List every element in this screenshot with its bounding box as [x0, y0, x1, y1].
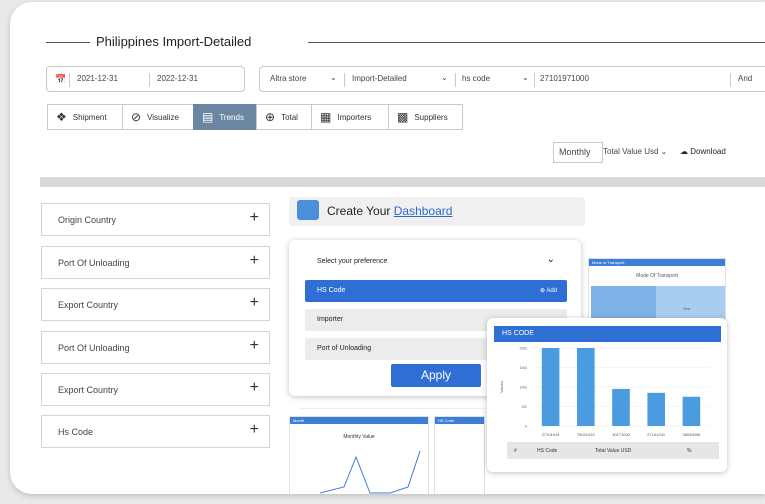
y-tick-label: 5G — [522, 404, 527, 409]
eye-off-icon: ⊘ — [131, 110, 142, 124]
app-window: Philippines Import-Detailed 📅 2021-12-31… — [10, 2, 765, 494]
period-select[interactable]: Monthly — [553, 142, 603, 163]
start-date[interactable]: 2021-12-31 — [77, 74, 118, 83]
option-hs-code[interactable]: HS Code ⊕ Add — [305, 280, 567, 302]
logic-select[interactable]: And — [738, 74, 752, 83]
mode-of-transport-card: Mode of Transport Mode Of Transport Sea — [588, 258, 726, 321]
x-tick-label: 38049006 — [683, 432, 702, 437]
bar — [612, 388, 630, 426]
hs-table-header: # HS Code Total Value USD % — [507, 442, 719, 459]
page-title: Philippines Import-Detailed — [96, 34, 252, 49]
filter-export-country[interactable]: Export Country + — [41, 288, 270, 321]
plus-icon[interactable]: + — [250, 209, 259, 227]
x-tick-label: 30171000 — [612, 432, 631, 437]
add-button[interactable]: ⊕ Add — [540, 287, 557, 294]
tab-visualize[interactable]: ⊘ Visualize — [122, 104, 194, 130]
metric-select[interactable]: Total Value Usd ⌄ — [603, 147, 667, 156]
tab-shipment[interactable]: ❖ Shipment — [47, 104, 123, 130]
x-tick-label: 27101241 — [647, 432, 666, 437]
treemap-block — [656, 286, 725, 321]
chevron-down-icon[interactable]: ⌄ — [522, 73, 529, 82]
sitemap-icon: ▦ — [320, 110, 332, 124]
hs-code-bar-chart: Values 0 5G 10G 15G 20G 27101944 75021010 301710… — [499, 346, 709, 437]
tab-suppliers[interactable]: ▩ Suppliers — [388, 104, 463, 130]
filter-port-of-unloading[interactable]: Port Of Unloading + — [41, 246, 270, 279]
y-tick-label: 15G — [519, 365, 527, 370]
download-button[interactable]: ☁ Download — [680, 147, 726, 156]
dashboard-link[interactable]: Dashboard — [394, 204, 453, 218]
y-tick-label: 0 — [525, 424, 528, 429]
plus-icon[interactable]: + — [250, 421, 259, 439]
end-date[interactable]: 2022-12-31 — [157, 74, 198, 83]
source-select[interactable]: Altra store — [270, 74, 306, 83]
plus-icon[interactable]: + — [250, 252, 259, 270]
chevron-down-icon: ⌄ — [660, 147, 668, 156]
area-chart-icon: ▤ — [202, 110, 214, 124]
preview-table-row — [301, 399, 486, 409]
filter-export-country-2[interactable]: Export Country + — [41, 373, 270, 406]
cloud-download-icon: ☁ — [680, 147, 688, 156]
preference-dropdown[interactable]: Select your preference ⌄ — [305, 250, 567, 272]
hs-code-chart-card: HS CODE Values 0 5G 10G 15G 20G 27101944 750210… — [487, 318, 727, 472]
filter-bar: Altra store ⌄ Import-Detailed ⌄ hs code … — [259, 66, 765, 92]
network-icon: ▩ — [397, 110, 409, 124]
chevron-down-icon[interactable]: ⌄ — [441, 73, 448, 82]
bar — [647, 392, 665, 426]
divider-band — [40, 177, 765, 187]
filter-port-of-unloading-2[interactable]: Port Of Unloading + — [41, 331, 270, 364]
dropbox-icon: ❖ — [56, 110, 67, 124]
y-tick-label: 10G — [519, 385, 527, 390]
chevron-down-icon[interactable]: ⌄ — [330, 73, 337, 82]
plus-icon[interactable]: + — [250, 337, 259, 355]
chevron-down-icon: ⌄ — [546, 254, 555, 265]
filter-origin-country[interactable]: Origin Country + — [41, 203, 270, 236]
calendar-icon: 📅 — [55, 74, 67, 84]
report-select[interactable]: Import-Detailed — [352, 74, 407, 83]
x-tick-label: 75021010 — [577, 432, 596, 437]
filter-hs-code[interactable]: Hs Code + — [41, 415, 270, 448]
create-dashboard-banner: Create Your Dashboard — [289, 197, 585, 226]
apply-button[interactable]: Apply — [391, 364, 481, 387]
y-tick-label: 20G — [519, 346, 527, 351]
hs-code-preview-card: HS Code — [434, 416, 485, 494]
field-select[interactable]: hs code — [462, 74, 490, 83]
bar — [577, 348, 595, 426]
plus-icon[interactable]: + — [250, 379, 259, 397]
treemap-block — [591, 286, 656, 321]
plus-circle-icon: ⊕ — [265, 110, 276, 124]
y-axis-label: Values — [499, 381, 504, 393]
tab-trends[interactable]: ▤ Trends — [193, 104, 257, 130]
monthly-value-card: Month Monthly Value — [289, 416, 429, 494]
title-row: Philippines Import-Detailed — [46, 32, 765, 52]
plus-icon[interactable]: + — [250, 294, 259, 312]
value-input[interactable]: 27101971000 — [540, 74, 589, 83]
monthly-line-chart — [320, 450, 421, 494]
view-tabs: ❖ Shipment ⊘ Visualize ▤ Trends ⊕ Total … — [47, 104, 463, 130]
date-range-picker[interactable]: 📅 2021-12-31 2022-12-31 — [46, 66, 245, 92]
dashboard-icon — [297, 200, 319, 220]
bar — [682, 396, 701, 426]
tab-importers[interactable]: ▦ Importers — [311, 104, 389, 130]
x-tick-label: 27101944 — [542, 432, 561, 437]
tab-total[interactable]: ⊕ Total — [256, 104, 312, 130]
bar — [541, 348, 560, 426]
